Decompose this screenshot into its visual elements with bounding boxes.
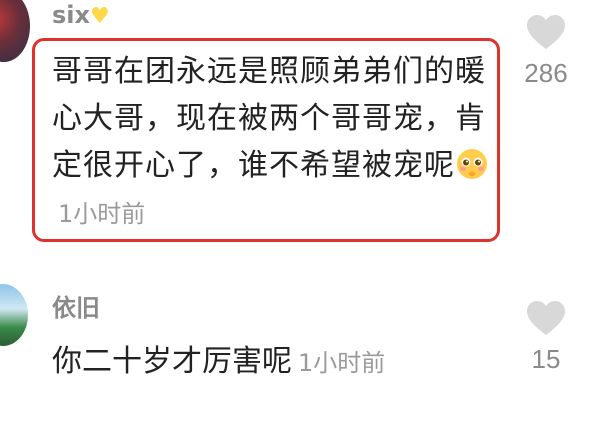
- pleading-face-icon: [457, 149, 487, 179]
- username[interactable]: 依旧: [52, 294, 100, 322]
- like-count: 15: [531, 344, 561, 374]
- like-count: 286: [524, 58, 568, 88]
- timestamp: 1小时前: [298, 349, 386, 377]
- heart-icon: [527, 15, 565, 49]
- comment-text[interactable]: 哥哥在团永远是照顾弟弟们的暖心大哥，现在被两个哥哥宠，肯定很开心了，谁不希望被宠…: [52, 48, 496, 238]
- comment-text[interactable]: 你二十岁才厉害呢 1小时前: [52, 340, 385, 385]
- like-button[interactable]: 15: [516, 300, 576, 375]
- username[interactable]: six♥: [52, 1, 110, 31]
- username-text: six: [52, 1, 90, 29]
- comment-body: 哥哥在团永远是照顾弟弟们的暖心大哥，现在被两个哥哥宠，肯定很开心了，谁不希望被宠…: [52, 54, 486, 183]
- heart-icon: [527, 301, 565, 335]
- avatar[interactable]: [0, 284, 28, 346]
- yellow-heart-icon: ♥: [90, 4, 110, 29]
- like-button[interactable]: 286: [516, 14, 576, 89]
- avatar[interactable]: [0, 0, 30, 62]
- timestamp: 1小时前: [58, 200, 146, 228]
- username-text: 依旧: [52, 294, 100, 322]
- comment-body: 你二十岁才厉害呢: [52, 344, 292, 379]
